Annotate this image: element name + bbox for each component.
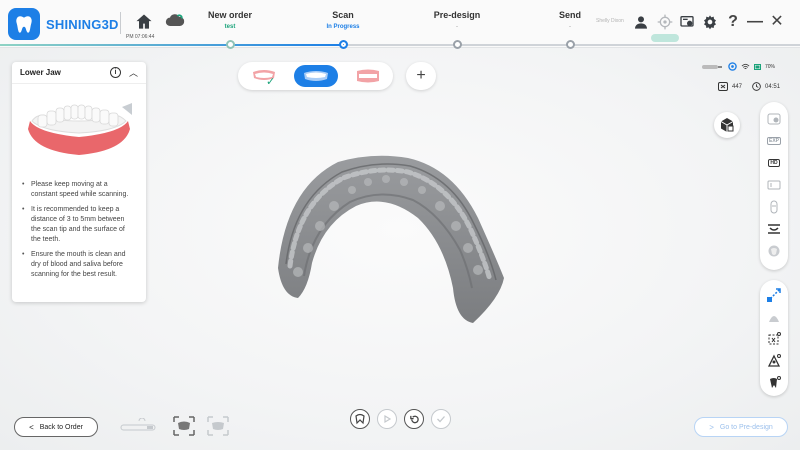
scan-guide-panel: Lower Jaw i ︿ Please keep moving at a co… (12, 62, 146, 302)
target-icon[interactable] (656, 13, 674, 31)
check-icon: ✓ (266, 76, 276, 88)
cube-icon (720, 118, 734, 132)
texture-icon[interactable] (765, 110, 783, 128)
lower-jaw-tab[interactable] (294, 65, 338, 87)
step-dot-send (565, 40, 575, 49)
user-icon[interactable] (632, 13, 650, 31)
scan-timer: 04:51 (765, 83, 781, 90)
cloud-icon[interactable] (165, 12, 185, 34)
upper-jaw-tab[interactable]: ✓ (242, 65, 286, 88)
step-pre-design[interactable]: Pre-design - (412, 10, 502, 32)
divider (120, 12, 121, 34)
scanner-tip-icon[interactable] (118, 414, 160, 438)
panel-title: Lower Jaw (20, 68, 61, 77)
play-icon (384, 414, 392, 424)
view-cube-button[interactable] (714, 112, 740, 138)
panel-header: Lower Jaw i ︿ (12, 62, 146, 84)
tooth-icon (355, 413, 365, 425)
step-scan[interactable]: Scan In Progress (298, 10, 388, 32)
clock-icon (752, 82, 761, 91)
brand-logo: SHINING3D (8, 8, 119, 40)
minimize-icon[interactable]: — (746, 13, 764, 31)
back-to-order-button[interactable]: < Back to Order (14, 417, 98, 437)
progress-track (0, 44, 800, 46)
undo-icon (409, 415, 419, 423)
screen-settings-icon[interactable] (678, 13, 696, 31)
lower-jaw-3d-model[interactable] (268, 148, 518, 328)
undo-button[interactable] (404, 409, 424, 429)
crop-icon[interactable] (765, 330, 783, 348)
scan-stats: 447 04:51 (718, 82, 790, 91)
info-icon[interactable]: i (109, 67, 121, 78)
edit-tools-toolbar (760, 280, 788, 396)
confirm-button[interactable] (431, 409, 451, 429)
step-title: New order (207, 10, 252, 20)
close-icon[interactable]: ✕ (768, 13, 786, 31)
tip-item: Please keep moving at a constant speed w… (22, 180, 136, 200)
tooth-logo-icon (8, 8, 40, 40)
bite-tab[interactable] (346, 65, 390, 87)
add-button[interactable]: + (406, 62, 436, 90)
top-bar: SHINING3D PM 07:06:44 New order test Sca… (0, 0, 800, 49)
gear-icon[interactable] (701, 13, 719, 31)
tip-item: Ensure the mouth is clean and dry of blo… (22, 250, 136, 280)
jaw-mode-icon[interactable] (765, 220, 783, 238)
battery-icon (754, 63, 761, 70)
step-subtitle: - (569, 24, 571, 30)
frames-icon (718, 82, 728, 91)
tips-list: Please keep moving at a constant speed w… (12, 174, 146, 280)
scan-options-toolbar: EXP HD (760, 102, 788, 270)
step-subtitle: In Progress (326, 24, 360, 30)
step-subtitle: test (224, 24, 236, 30)
step-title: Scan (332, 10, 354, 20)
step-new-order[interactable]: New order test (185, 10, 275, 32)
smooth-icon[interactable] (765, 308, 783, 326)
chevron-right-icon: > (709, 422, 714, 432)
lower-jaw-image-icon[interactable] (204, 414, 232, 438)
next-button-label: Go to Pre-design (719, 423, 773, 431)
help-icon[interactable]: ? (724, 13, 742, 31)
marker-icon[interactable] (765, 352, 783, 370)
back-button-label: Back to Order (39, 423, 83, 431)
tooth-edit-icon[interactable] (765, 374, 783, 392)
brand-name: SHINING3D (46, 16, 119, 32)
hd-icon[interactable]: HD (765, 154, 783, 172)
step-dot-new-order (225, 40, 235, 49)
home-time: PM 07:06:44 (126, 34, 155, 40)
frame-count: 447 (732, 83, 743, 90)
wifi-icon (741, 63, 750, 69)
battery-level: 70% (765, 63, 776, 70)
version-badge (651, 34, 679, 42)
scanner-icon (702, 64, 722, 69)
chevron-up-icon[interactable]: ︿ (129, 66, 138, 79)
progress-fill (0, 44, 343, 46)
step-subtitle: - (456, 24, 458, 30)
filter-icon[interactable] (765, 176, 783, 194)
tooth-view-button[interactable] (350, 409, 370, 429)
chevron-left-icon: < (29, 422, 34, 432)
step-dot-pre-design (452, 40, 462, 49)
home-icon[interactable] (134, 12, 154, 32)
lasso-select-icon[interactable] (765, 286, 783, 304)
user-name: Shelly Dixon (596, 18, 624, 24)
connection-icon (728, 62, 737, 71)
check-icon (437, 416, 445, 423)
lower-jaw-illustration (12, 84, 146, 174)
play-button[interactable] (377, 409, 397, 429)
step-title: Pre-design (433, 10, 481, 20)
jaw-selector: ✓ (238, 62, 393, 90)
step-dot-scan (338, 40, 348, 49)
tooth-color-icon[interactable] (765, 242, 783, 260)
go-to-pre-design-button[interactable]: > Go to Pre-design (694, 417, 788, 437)
exposure-icon[interactable]: EXP (765, 132, 783, 150)
device-status: 70% (702, 62, 775, 71)
upper-jaw-image-icon[interactable] (170, 414, 198, 438)
scan-tip-icon[interactable] (765, 198, 783, 216)
tip-item: It is recommended to keep a distance of … (22, 205, 136, 245)
